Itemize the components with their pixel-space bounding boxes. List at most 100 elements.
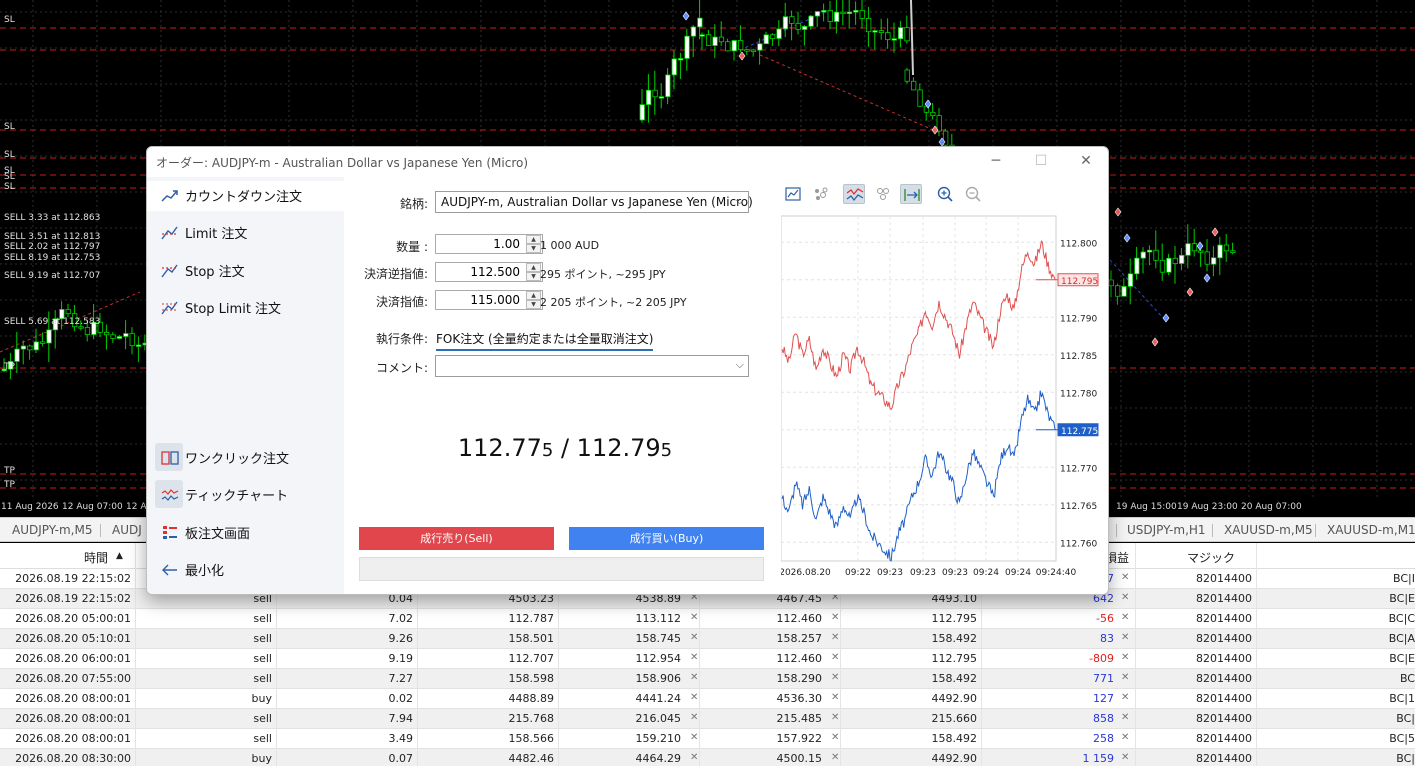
candle-body [917,89,923,107]
cell-profit: -809 [1089,652,1114,665]
table-row[interactable]: 2026.08.20 05:00:01 sell 7.02 112.787 113.11… [0,609,1415,629]
table-row[interactable]: 2026.08.20 08:30:00 buy 0.07 4482.46 4464.29… [0,749,1415,766]
cell-comment: BC| [1396,712,1415,725]
fill-policy-select[interactable]: FOK注文 (全量約定または全量取消注文) [436,330,654,351]
sidebar-item-tick-chart[interactable]: ティックチャート [161,485,288,504]
sidebar-item-stop[interactable]: Stop 注文 [161,261,245,280]
sidebar-item-limit[interactable]: Limit 注文 [161,223,247,242]
clear-level-icon[interactable]: ✕ [831,692,839,703]
stepper-down-icon[interactable]: ▼ [526,300,541,309]
cell-tp: 158.290 [776,672,823,685]
table-row[interactable]: 2026.08.20 08:00:01 sell 7.94 215.768 216.04… [0,709,1415,729]
table-row[interactable]: 2026.08.20 08:00:01 buy 0.02 4488.89 4441.24… [0,689,1415,709]
close-icon[interactable]: ✕ [1076,151,1096,171]
maximize-icon[interactable]: ☐ [1031,151,1051,171]
y-tick-label: 112.785 [1060,352,1097,362]
chart-tab[interactable]: USDJPY-m,H1 [1127,523,1206,537]
close-position-icon[interactable]: ✕ [1121,672,1129,683]
symbol-select[interactable]: AUDJPY-m, Australian Dollar vs Japanese … [435,191,753,213]
clear-level-icon[interactable]: ✕ [690,652,698,663]
chart-tab[interactable]: AUDJ [112,523,142,537]
clear-level-icon[interactable]: ✕ [690,712,698,723]
bid-ask-range-icon[interactable] [900,184,922,204]
take-profit-stepper[interactable]: 115.000 ▲ ▼ [435,290,543,310]
table-row[interactable]: 2026.08.20 08:00:01 sell 3.49 158.566 159.21… [0,729,1415,749]
stepper-up-icon[interactable]: ▲ [526,263,541,272]
clear-level-icon[interactable]: ✕ [831,752,839,763]
cell-magic: 82014400 [1196,592,1252,605]
chart-tab[interactable]: XAUUSD-m,M15 [1327,523,1415,537]
stepper-up-icon[interactable]: ▲ [526,291,541,300]
clear-level-icon[interactable]: ✕ [831,652,839,663]
table-row[interactable]: 2026.08.20 06:00:01 sell 9.19 112.707 112.95… [0,649,1415,669]
close-position-icon[interactable]: ✕ [1121,572,1129,583]
cell-comment: BC|E [1389,652,1415,665]
candle-body [658,96,665,99]
candle-body [699,34,705,37]
chart-properties-icon[interactable] [782,184,804,204]
column-header-magic[interactable]: マジック [1187,549,1235,566]
cell-type: sell [253,732,272,745]
close-position-icon[interactable]: ✕ [1121,592,1129,603]
candle-body [885,32,891,41]
scatter-icon[interactable] [810,184,832,204]
table-row[interactable]: 2026.08.20 05:10:01 sell 9.26 158.501 158.74… [0,629,1415,649]
stop-loss-stepper[interactable]: 112.500 ▲ ▼ [435,262,543,282]
close-position-icon[interactable]: ✕ [1121,692,1129,703]
sell-order-label: SELL 3.51 at 112.813 [4,232,101,242]
candle-body [706,34,712,46]
cell-tp: 112.460 [776,652,823,665]
clear-level-icon[interactable]: ✕ [690,752,698,763]
cell-time: 2026.08.20 06:00:01 [15,652,131,665]
clear-level-icon[interactable]: ✕ [831,732,839,743]
zoom-out-icon[interactable] [962,184,984,204]
buy-by-market-button[interactable]: 成行買い(Buy) [569,527,764,550]
stepper-up-icon[interactable]: ▲ [526,235,541,244]
sell-by-market-button[interactable]: 成行売り(Sell) [359,527,554,550]
sort-ascending-icon[interactable]: ▲ [116,551,123,561]
close-position-icon[interactable]: ✕ [1121,752,1129,763]
chart-tab[interactable]: AUDJPY-m,M5 [12,523,92,537]
candle-body [936,115,942,132]
chevron-down-icon: ⌵ [735,194,744,207]
trade-arrow-icon [1211,227,1219,237]
candle-body [744,49,750,52]
clear-level-icon[interactable]: ✕ [690,632,698,643]
x-tick-label: 09:24:40 [1036,568,1077,578]
close-position-icon[interactable]: ✕ [1121,652,1129,663]
comment-input[interactable]: ⌵ [435,355,749,377]
clear-level-icon[interactable]: ✕ [831,672,839,683]
clear-level-icon[interactable]: ✕ [831,712,839,723]
close-position-icon[interactable]: ✕ [1121,712,1129,723]
clear-level-icon[interactable]: ✕ [690,692,698,703]
clear-level-icon[interactable]: ✕ [831,612,839,623]
clear-level-icon[interactable]: ✕ [831,632,839,643]
sidebar-item-countdown[interactable]: カウントダウン注文 [161,186,302,205]
ticks-dots-icon[interactable] [872,184,894,204]
sidebar-item-label: ティックチャート [185,489,289,504]
sidebar-item-depth-of-market[interactable]: 板注文画面 [161,523,250,542]
volume-stepper[interactable]: 1.00 ▲ ▼ [435,234,543,254]
sidebar-item-one-click[interactable]: ワンクリック注文 [161,448,289,467]
clear-level-icon[interactable]: ✕ [690,672,698,683]
clear-level-icon[interactable]: ✕ [690,612,698,623]
candle-body [898,27,904,40]
sidebar-item-minimize[interactable]: 最小化 [161,560,224,579]
sidebar-item-stop-limit[interactable]: Stop Limit 注文 [161,298,281,317]
stepper-down-icon[interactable]: ▼ [526,244,541,253]
column-header-time[interactable]: 時間 [84,549,108,566]
candle-body [697,17,703,28]
minimize-icon[interactable]: ─ [986,151,1006,171]
close-position-icon[interactable]: ✕ [1121,612,1129,623]
close-position-icon[interactable]: ✕ [1121,732,1129,743]
table-row[interactable]: 2026.08.20 07:55:00 sell 7.27 158.598 158.90… [0,669,1415,689]
candle-body [1185,243,1191,256]
clear-level-icon[interactable]: ✕ [690,732,698,743]
line-chart-icon[interactable] [843,184,865,204]
close-position-icon[interactable]: ✕ [1121,632,1129,643]
x-tick-label: 2026.08.20 [781,568,831,578]
tick-chart[interactable]: 112.800 112.795 112.790 112.785 112.780 112.7… [781,214,1103,581]
chart-tab[interactable]: XAUUSD-m,M5 [1224,523,1313,537]
stepper-down-icon[interactable]: ▼ [526,272,541,281]
zoom-in-icon[interactable] [934,184,956,204]
